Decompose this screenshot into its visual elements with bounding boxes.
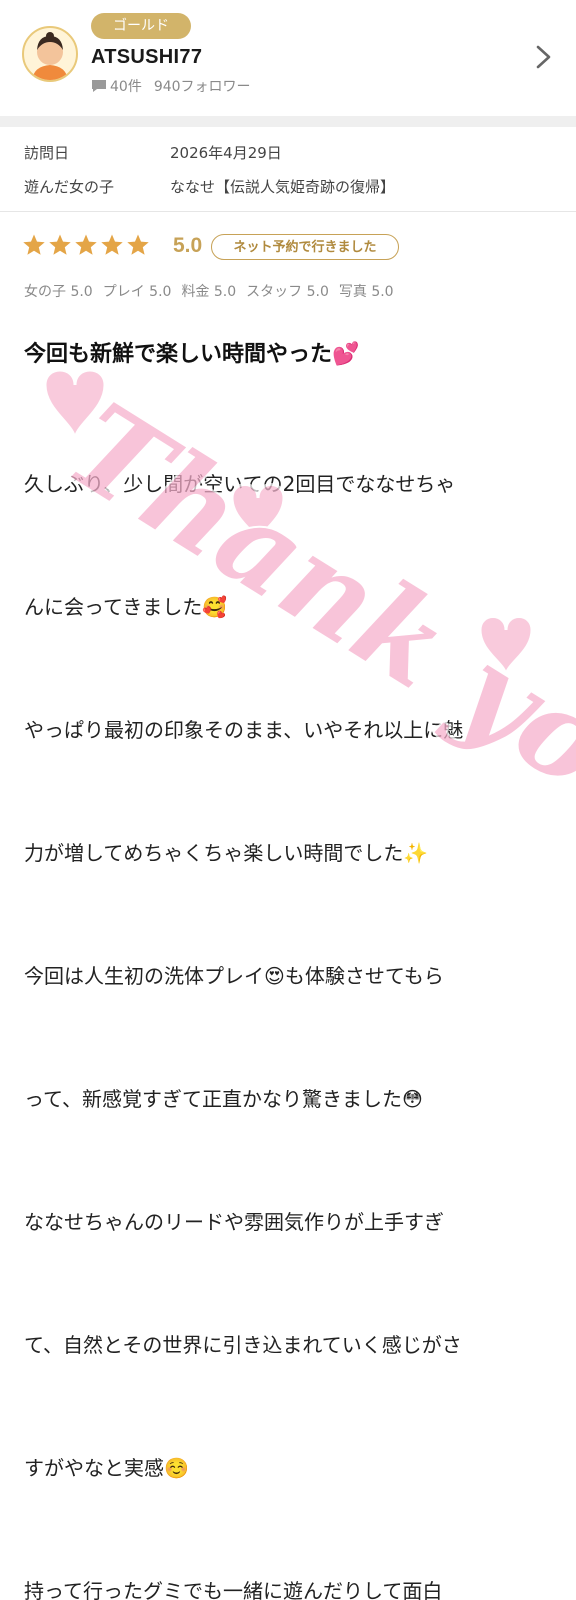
star-icon [101,234,123,255]
review-line: 久しぶり、少し間が空いての2回目でななせちゃ [24,472,456,496]
row-divider [0,211,576,212]
review-line: 力が増してめちゃくちゃ楽しい時間でした✨ [24,841,429,865]
subscore-staff: スタッフ 5.0 [246,284,329,300]
rating-score: 5.0 [173,234,203,257]
review-line: すがやなと実感☺️ [24,1456,189,1480]
review-line: やっぱり最初の印象そのまま、いやそれ以上に魅 [24,718,464,742]
chevron-right-icon[interactable] [532,44,554,70]
avatar [22,26,78,82]
subscore-photo: 写真 5.0 [338,284,394,300]
star-rating [22,233,150,257]
review-line: 今回は人生初の洗体プレイ😍も体験させてもら [24,964,444,988]
sub-scores: 女の子 5.0 プレイ 5.0 料金 5.0 スタッフ 5.0 写真 5.0 [24,281,394,301]
girl-value[interactable]: ななせ【伝説人気姫奇跡の復帰】 [170,176,395,197]
visit-date-value: 2026年4月29日 [170,144,282,162]
star-icon [23,234,45,255]
section-divider [0,116,576,127]
subscore-play: プレイ 5.0 [102,284,172,300]
subscore-girl: 女の子 5.0 [24,284,93,300]
follower-count: 940フォロワー [153,79,251,95]
net-reservation-badge: ネット予約で行きました [211,234,399,260]
star-icon [49,234,71,255]
user-stats: 40件 940フォロワー [91,76,251,97]
subscore-price: 料金 5.0 [181,284,237,300]
review-line: 持って行ったグミでも一緒に遊んだりして面白 [24,1579,443,1600]
post-count: 40件 [110,79,142,95]
girl-label: 遊んだ女の子 [24,178,115,196]
review-line: って、新感覚すぎて正直かなり驚きました😳 [24,1087,423,1111]
profile-header[interactable]: ゴールド ATSUSHI77 40件 940フォロワー [0,0,576,116]
visit-date-label: 訪問日 [24,144,70,162]
rank-badge: ゴールド [91,13,191,39]
star-icon [127,234,149,255]
username[interactable]: ATSUSHI77 [91,46,202,69]
review-title: 今回も新鮮で楽しい時間やった💕 [24,342,360,367]
review-line: んに会ってきました🥰 [24,595,228,619]
review-body: 久しぶり、少し間が空いての2回目でななせちゃ んに会ってきました🥰 やっぱり最初… [24,382,554,1600]
review-line: ななせちゃんのリードや雰囲気作りが上手すぎ [24,1210,444,1234]
comment-icon [91,79,107,97]
review-line: て、自然とその世界に引き込まれていく感じがさ [24,1333,462,1357]
star-icon [75,234,97,255]
